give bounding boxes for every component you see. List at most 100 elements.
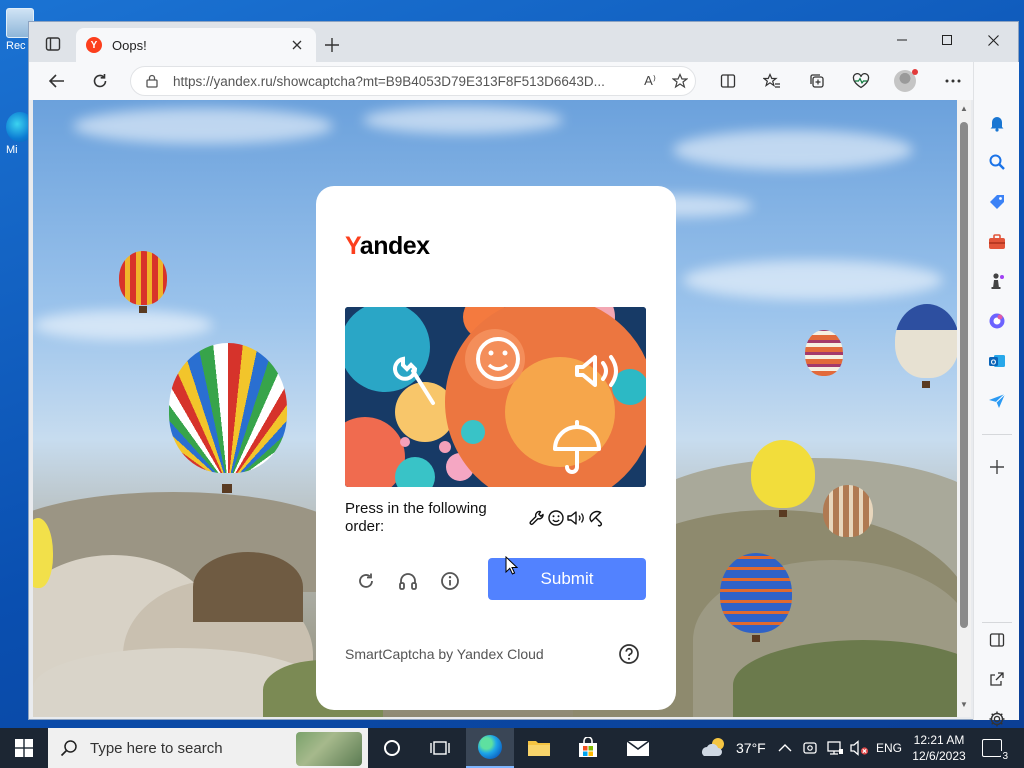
sidebar-add-button[interactable] <box>985 455 1009 479</box>
back-button[interactable] <box>43 67 71 95</box>
clock-time: 12:21 AM <box>913 733 965 747</box>
edge-icon <box>478 735 502 759</box>
captcha-card: Yandex Press in the following order: Sub… <box>316 186 676 710</box>
language-indicator[interactable]: ENG <box>876 728 902 768</box>
gear-icon <box>989 711 1005 727</box>
address-bar[interactable]: https://yandex.ru/showcaptcha?mt=B9B4053… <box>130 66 696 96</box>
volume-button[interactable] <box>850 728 870 768</box>
notification-center-button[interactable]: 3 <box>982 728 1009 768</box>
minimize-button[interactable] <box>879 26 925 54</box>
avatar <box>894 69 918 92</box>
cortana-circle-icon <box>384 740 400 756</box>
captcha-order-icons <box>528 508 605 528</box>
tag-icon <box>990 195 1004 209</box>
microsoft-365-icon <box>989 313 1005 329</box>
sidebar-open-external-button[interactable] <box>985 667 1009 691</box>
taskbar-mail-button[interactable] <box>614 728 662 768</box>
clock-date: 12/6/2023 <box>912 749 966 763</box>
read-aloud-button[interactable]: A⁾ <box>635 69 665 93</box>
network-icon <box>827 741 843 755</box>
audio-captcha-button[interactable] <box>396 569 420 593</box>
scroll-up-arrow-icon[interactable]: ▲ <box>959 104 969 114</box>
info-button[interactable] <box>438 569 462 593</box>
sidebar-drop-button[interactable] <box>985 389 1009 413</box>
show-hidden-icons-button[interactable] <box>778 728 792 768</box>
scroll-down-arrow-icon[interactable]: ▼ <box>959 700 969 710</box>
close-window-button[interactable] <box>970 26 1016 54</box>
info-icon <box>441 572 459 590</box>
taskbar-edge-button[interactable] <box>466 728 514 768</box>
tray-device-icon-button[interactable] <box>802 728 818 768</box>
favorites-button[interactable] <box>758 67 786 95</box>
favorites-icon <box>763 73 780 88</box>
search-icon <box>60 740 77 757</box>
taskbar-clock[interactable]: 12:21 AM 12/6/2023 <box>906 732 972 764</box>
weather-widget[interactable]: 37°F <box>700 728 766 768</box>
captcha-image[interactable] <box>345 307 646 487</box>
new-tab-button[interactable] <box>321 34 343 56</box>
page-scrollbar[interactable]: ▲ ▼ <box>957 100 971 717</box>
sidebar-tools-button[interactable] <box>985 230 1009 254</box>
taskbar-file-explorer-button[interactable] <box>515 728 563 768</box>
lock-icon[interactable] <box>145 74 159 88</box>
refresh-captcha-button[interactable] <box>354 569 378 593</box>
minimize-icon <box>897 39 907 41</box>
help-button[interactable] <box>618 643 640 665</box>
sidebar-shopping-button[interactable] <box>985 190 1009 214</box>
captcha-picture[interactable] <box>345 307 646 487</box>
yandex-favicon-icon: Y <box>86 37 102 53</box>
split-screen-button[interactable] <box>714 67 742 95</box>
tab-close-button[interactable] <box>288 36 306 54</box>
browser-window: Y Oops! https://yandex.ru/showcaptcha?mt… <box>28 21 1019 727</box>
settings-more-button[interactable] <box>939 67 967 95</box>
browser-toolbar: https://yandex.ru/showcaptcha?mt=B9B4053… <box>29 62 1018 100</box>
close-icon <box>292 40 302 50</box>
address-url[interactable]: https://yandex.ru/showcaptcha?mt=B9B4053… <box>173 74 635 89</box>
windows-logo-icon <box>15 739 33 757</box>
desktop-icon-label: Mi <box>6 144 18 156</box>
heart-pulse-icon <box>852 73 870 89</box>
task-view-cortana-button[interactable] <box>368 728 416 768</box>
network-button[interactable] <box>826 728 844 768</box>
sidebar-games-button[interactable] <box>985 269 1009 293</box>
language-label[interactable]: ENG <box>876 741 902 755</box>
refresh-icon <box>359 573 373 588</box>
sidebar-divider <box>982 434 1012 435</box>
plus-icon <box>990 460 1004 474</box>
captcha-prompt: Press in the following order: <box>345 500 487 535</box>
task-view-button[interactable] <box>416 728 464 768</box>
star-icon <box>672 73 688 89</box>
speaker-icon <box>567 511 584 525</box>
taskbar-store-button[interactable] <box>564 728 612 768</box>
sidebar-notifications-button[interactable] <box>985 111 1009 135</box>
refresh-button[interactable] <box>86 67 114 95</box>
chess-piece-icon <box>991 273 1004 289</box>
search-placeholder[interactable]: Type here to search <box>90 740 223 757</box>
sidebar-search-button[interactable] <box>985 150 1009 174</box>
browser-essentials-button[interactable] <box>847 67 875 95</box>
edge-sidebar: O <box>973 62 1019 727</box>
mail-icon <box>626 740 650 756</box>
logo-first-letter: Y <box>345 232 360 260</box>
yandex-logo: Yandex <box>345 232 430 261</box>
favorite-star-button[interactable] <box>665 69 695 93</box>
tab-strip: Y Oops! <box>29 22 1018 62</box>
tab-actions-button[interactable] <box>41 32 65 56</box>
smiley-icon <box>548 510 564 526</box>
start-button[interactable] <box>0 728 48 768</box>
collections-button[interactable] <box>803 67 831 95</box>
scrollbar-thumb[interactable] <box>960 122 968 628</box>
sidebar-divider <box>982 622 1012 623</box>
page-viewport: Yandex Press in the following order: Sub… <box>33 100 957 717</box>
profile-button[interactable] <box>891 67 919 95</box>
sidebar-outlook-button[interactable]: O <box>985 349 1009 373</box>
maximize-button[interactable] <box>924 26 970 54</box>
sidebar-m365-button[interactable] <box>985 309 1009 333</box>
task-view-icon <box>430 741 450 755</box>
sidebar-split-button[interactable] <box>985 628 1009 652</box>
tab-oops[interactable]: Y Oops! <box>76 28 316 62</box>
taskbar-search-box[interactable]: Type here to search <box>48 728 368 768</box>
meet-now-icon <box>803 742 817 754</box>
collections-icon <box>810 74 824 88</box>
close-icon <box>987 34 999 46</box>
